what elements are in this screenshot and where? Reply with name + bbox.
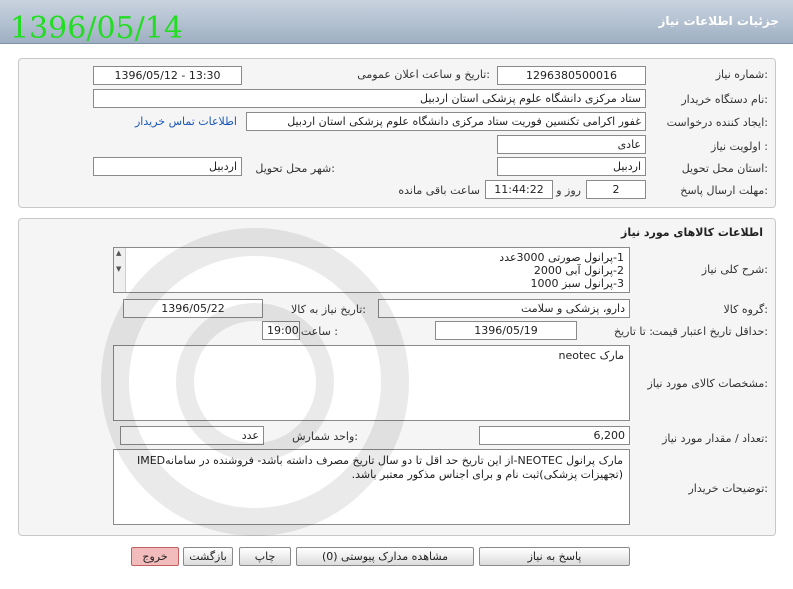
province-label: استان محل تحویل: <box>681 162 768 175</box>
quantity-label: تعداد / مقدار مورد نیاز: <box>662 432 768 445</box>
specs-label: مشخصات کالای مورد نیاز: <box>647 377 768 390</box>
goods-section-title: اطلاعات کالاهای مورد نیاز <box>621 226 763 239</box>
back-button[interactable]: بازگشت <box>183 547 233 566</box>
until-date-field: 1396/05/19 <box>435 321 577 340</box>
view-attachments-button[interactable]: مشاهده مدارک پیوستی (0) <box>296 547 474 566</box>
price-validity-label: حداقل تاریخ اعتبار قیمت: <box>652 325 768 338</box>
buyer-contact-link[interactable]: اطلاعات تماس خریدار <box>135 115 237 128</box>
deadline-days-field: 2 <box>586 180 646 199</box>
buyer-org-field: ستاد مرکزی دانشگاه علوم پزشکی استان اردب… <box>93 89 646 108</box>
buyer-org-label: نام دستگاه خریدار: <box>681 93 768 106</box>
province-field: اردبیل <box>497 157 646 176</box>
exit-button[interactable]: خروج <box>131 547 179 566</box>
city-label: شهر محل تحویل: <box>255 162 335 175</box>
announce-date-label: تاریخ و ساعت اعلان عمومی: <box>357 68 490 81</box>
time-left-field: 11:44:22 <box>485 180 553 199</box>
city-field: اردبیل <box>93 157 242 176</box>
watermark-logo <box>101 228 409 536</box>
goods-group-label: گروه کالا: <box>723 303 768 316</box>
remaining-word: ساعت باقی مانده <box>398 184 480 197</box>
date-stamp: 1396/05/14 <box>10 11 183 46</box>
requester-field: غفور اکرامی تکنسین فوریت ستاد مرکزی دانش… <box>246 112 646 131</box>
until-date-label: تا تاریخ : <box>614 325 653 338</box>
buyer-notes-label: توضیحات خریدار: <box>688 482 769 495</box>
window-title: جزئیات اطلاعات نیاز <box>658 14 779 28</box>
summary-label: شرح کلی نیاز: <box>701 263 768 276</box>
print-button[interactable]: چاپ <box>239 547 291 566</box>
reply-button[interactable]: پاسخ به نیاز <box>479 547 630 566</box>
priority-field: عادی <box>497 135 646 154</box>
quantity-field: 6,200 <box>479 426 630 445</box>
requester-label: ایجاد کننده درخواست: <box>666 116 768 129</box>
days-word: روز و <box>556 184 581 197</box>
need-number-field: 1296380500016 <box>497 66 646 85</box>
deadline-label: مهلت ارسال پاسخ: <box>680 184 768 197</box>
priority-label: اولویت نیاز : <box>710 140 768 153</box>
announce-date-field: 1396/05/12 - 13:30 <box>93 66 242 85</box>
need-number-label: شماره نیاز: <box>715 68 768 81</box>
